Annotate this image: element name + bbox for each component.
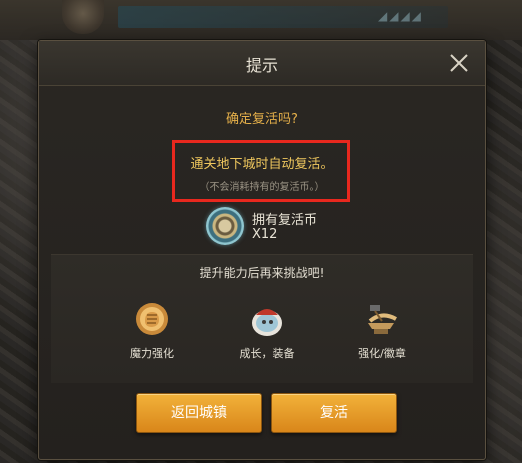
revive-coin-icon [206, 207, 244, 245]
return-to-town-button[interactable]: 返回城镇 [136, 393, 262, 433]
fist-icon [136, 303, 168, 335]
revive-coin-count: X12 [252, 227, 278, 242]
pet-egg-icon [252, 309, 282, 336]
option-growth-equipment[interactable]: 成长，装备 [222, 299, 312, 361]
option-label: 强化/徽章 [358, 347, 406, 360]
close-icon [450, 54, 468, 72]
auto-revive-text: 通关地下城时自动复活。 [190, 157, 334, 172]
confirm-question: 确定复活吗? [226, 112, 298, 127]
auto-revive-note: （不会消耗持有的复活币。） [199, 182, 325, 193]
option-enhance-badge[interactable]: 强化/徽章 [337, 299, 427, 361]
revive-confirm-dialog: 提示 确定复活吗? 通关地下城时自动复活。 （不会消耗持有的复活币。） 拥有复活… [38, 40, 486, 460]
option-magic-enhance[interactable]: 魔力强化 [107, 299, 197, 361]
player-avatar [62, 0, 104, 34]
game-hud-background: ◢◢◢◢ [0, 0, 522, 40]
revive-button[interactable]: 复活 [271, 393, 397, 433]
option-label: 成长，装备 [239, 347, 295, 360]
anvil-hammer-icon [368, 305, 397, 334]
hud-skill-slots: ◢◢◢◢ [378, 9, 423, 23]
advice-text: 提升能力后再来挑战吧! [199, 266, 325, 280]
option-label: 魔力强化 [130, 347, 174, 360]
close-button[interactable] [447, 51, 471, 75]
revive-coin-label: 拥有复活币 [252, 213, 318, 228]
dialog-title: 提示 [245, 56, 278, 75]
dialog-header: 提示 [39, 41, 485, 86]
